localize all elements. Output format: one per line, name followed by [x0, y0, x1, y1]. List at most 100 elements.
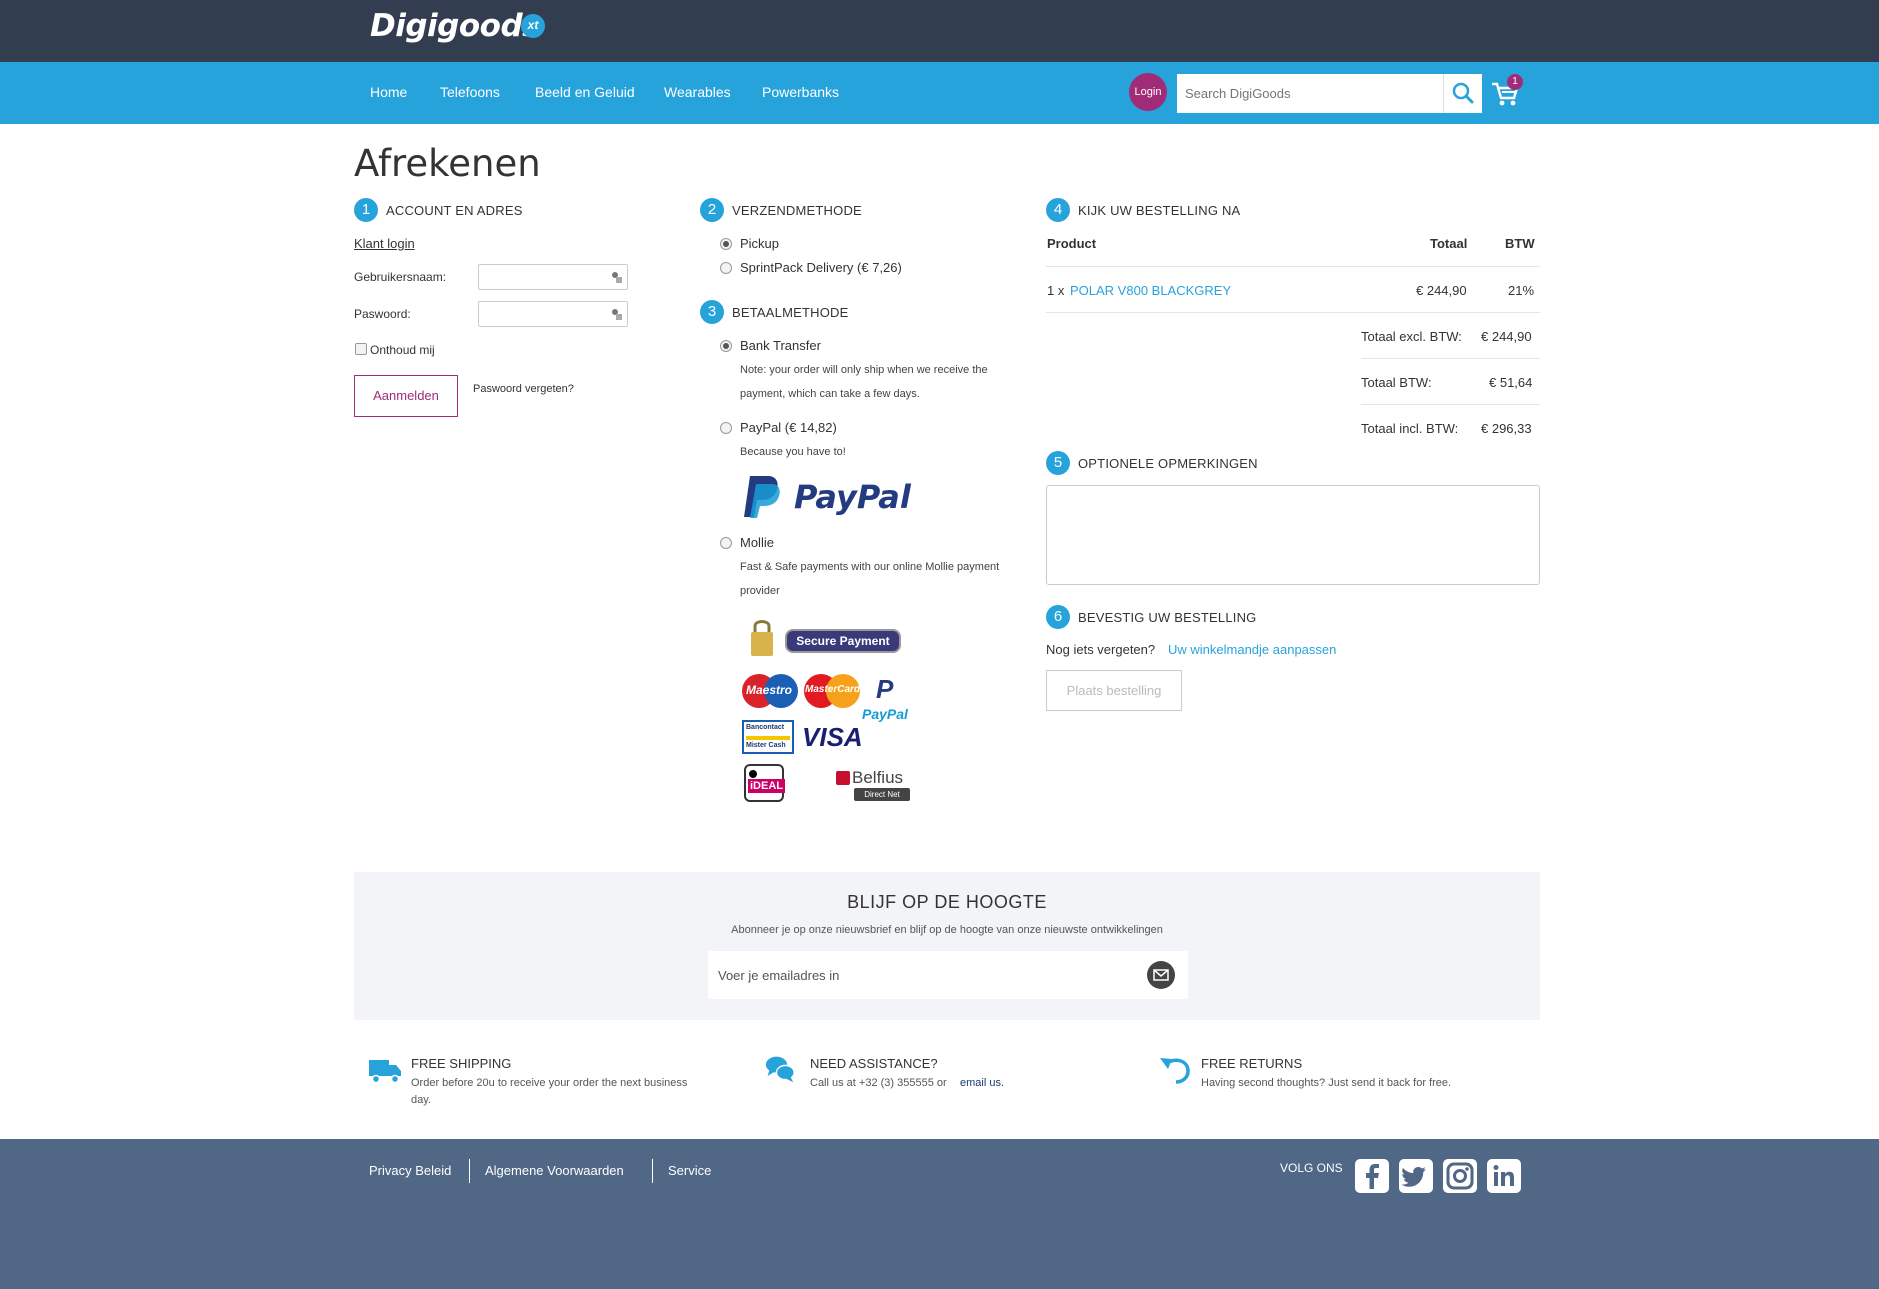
footer-separator [652, 1159, 653, 1183]
payment-bank-radio[interactable] [720, 340, 732, 352]
usp-assistance-title: NEED ASSISTANCE? [810, 1056, 938, 1071]
nav-home[interactable]: Home [370, 84, 407, 100]
total-incl-vat-label: Totaal incl. BTW: [1361, 421, 1459, 436]
newsletter-email-input[interactable]: Voer je emailadres in [708, 951, 1188, 999]
password-field[interactable] [478, 301, 628, 327]
step-5-header: 5 OPTIONELE OPMERKINGEN [1046, 451, 1258, 475]
order-header-product: Product [1047, 236, 1097, 251]
return-arrow-icon [1160, 1058, 1190, 1084]
search-input[interactable] [1177, 74, 1443, 113]
nav-powerbanks[interactable]: Powerbanks [762, 84, 839, 100]
newsletter-submit-button[interactable] [1147, 961, 1175, 989]
divider [1046, 266, 1540, 267]
payment-bank-note: Note: your order will only ship when we … [740, 364, 988, 376]
twitter-button[interactable] [1399, 1159, 1433, 1193]
order-line-product-link[interactable]: POLAR V800 BLACKGREY [1070, 283, 1231, 298]
shipping-sprintpack-label: SprintPack Delivery (€ 7,26) [740, 260, 902, 275]
paypal-small-text: PayPal [862, 706, 908, 722]
search-button[interactable] [1443, 74, 1482, 113]
paypal-small-logo: P PayPal [862, 674, 918, 726]
payment-mollie-radio[interactable] [720, 537, 732, 549]
footer-service-link[interactable]: Service [668, 1163, 711, 1178]
login-button[interactable]: Login [1129, 73, 1167, 111]
total-excl-vat-value: € 244,90 [1481, 329, 1532, 344]
search-icon [1452, 82, 1474, 104]
order-header-vat: BTW [1505, 236, 1535, 251]
payment-mollie-note: Fast & Safe payments with our online Mol… [740, 561, 1000, 573]
payment-paypal-radio[interactable] [720, 422, 732, 434]
site-footer: Privacy Beleid Algemene Voorwaarden Serv… [0, 1139, 1879, 1289]
total-excl-vat-label: Totaal excl. BTW: [1361, 329, 1462, 344]
divider [1361, 358, 1540, 359]
secure-payment-badge: Secure Payment [785, 629, 901, 653]
main-nav: Home Telefoons Beeld en Geluid Wearables… [0, 62, 1879, 124]
footer-separator [469, 1159, 470, 1183]
divider [1361, 404, 1540, 405]
shipping-pickup-radio[interactable] [720, 238, 732, 250]
order-line-qty: 1 x [1047, 283, 1065, 298]
linkedin-icon [1493, 1165, 1514, 1186]
step-title: KIJK UW BESTELLING NA [1078, 202, 1241, 218]
linkedin-button[interactable] [1487, 1159, 1521, 1193]
footer-privacy-link[interactable]: Privacy Beleid [369, 1163, 451, 1178]
logo-badge: xt [521, 14, 545, 38]
truck-icon [369, 1060, 401, 1084]
username-field[interactable] [478, 264, 628, 290]
paypal-logo: PayPal [742, 474, 922, 520]
follow-us-label: VOLG ONS [1280, 1161, 1343, 1175]
step-title: BEVESTIG UW BESTELLING [1078, 609, 1257, 625]
newsletter-subtitle: Abonneer je op onze nieuwsbrief en blijf… [731, 924, 1163, 936]
instagram-button[interactable] [1443, 1159, 1477, 1193]
place-order-button[interactable]: Plaats bestelling [1046, 670, 1182, 711]
maestro-logo: Maestro [742, 674, 800, 708]
cart-count-badge: 1 [1507, 74, 1523, 90]
step-3-header: 3 BETAALMETHODE [700, 300, 849, 324]
divider [1046, 312, 1540, 313]
usp-shipping-title: FREE SHIPPING [411, 1056, 512, 1071]
payment-paypal-label: PayPal (€ 14,82) [740, 420, 837, 435]
top-header [0, 0, 1879, 62]
step-1-header: 1 ACCOUNT EN ADRES [354, 198, 523, 222]
newsletter-section: BLIJF OP DE HOOGTE Abonneer je op onze n… [354, 872, 1540, 1020]
usp-shipping-text: Order before 20u to receive your order t… [411, 1077, 688, 1089]
paypal-wordmark: PayPal [794, 478, 911, 516]
step-number: 5 [1046, 451, 1070, 475]
mastercard-logo: MasterCard [804, 674, 862, 708]
forgot-password-link[interactable]: Paswoord vergeten? [473, 383, 574, 395]
edit-cart-link[interactable]: Uw winkelmandje aanpassen [1168, 642, 1336, 657]
payment-paypal-note: Because you have to! [740, 446, 846, 458]
login-submit-button[interactable]: Aanmelden [354, 375, 458, 417]
facebook-button[interactable] [1355, 1159, 1389, 1193]
key-icon [612, 272, 622, 283]
step-2-header: 2 VERZENDMETHODE [700, 198, 862, 222]
usp-returns-title: FREE RETURNS [1201, 1056, 1303, 1071]
site-logo[interactable]: Digigoods [370, 8, 541, 44]
footer-terms-link[interactable]: Algemene Voorwaarden [485, 1163, 624, 1178]
envelope-icon [1153, 969, 1169, 981]
remember-me-checkbox[interactable] [355, 343, 367, 355]
nav-wearables[interactable]: Wearables [664, 84, 731, 100]
twitter-icon [1401, 1167, 1426, 1187]
remember-me-label: Onthoud mij [370, 343, 435, 357]
step-4-header: 4 KIJK UW BESTELLING NA [1046, 198, 1240, 222]
step-title: ACCOUNT EN ADRES [386, 202, 523, 218]
step-number: 2 [700, 198, 724, 222]
customer-login-link[interactable]: Klant login [354, 236, 415, 251]
shipping-sprintpack-radio[interactable] [720, 262, 732, 274]
order-header-total: Totaal [1430, 236, 1468, 251]
padlock-icon [751, 620, 773, 656]
total-vat-value: € 51,64 [1489, 375, 1533, 390]
newsletter-placeholder: Voer je emailadres in [718, 968, 840, 983]
maestro-text: Maestro [746, 683, 793, 697]
step-number: 3 [700, 300, 724, 324]
usp-shipping-text-2: day. [411, 1094, 431, 1106]
nav-telefoons[interactable]: Telefoons [440, 84, 500, 100]
order-line-total: € 244,90 [1416, 283, 1467, 298]
order-comments-textarea[interactable] [1046, 485, 1540, 585]
step-number: 6 [1046, 605, 1070, 629]
email-us-link[interactable]: email us. [960, 1075, 1004, 1092]
nav-beeld-en-geluid[interactable]: Beeld en Geluid [535, 84, 635, 100]
payment-mollie-label: Mollie [740, 535, 774, 550]
belfius-logo: Belfius Direct Net [836, 768, 912, 802]
order-line-vat: 21% [1508, 283, 1535, 298]
